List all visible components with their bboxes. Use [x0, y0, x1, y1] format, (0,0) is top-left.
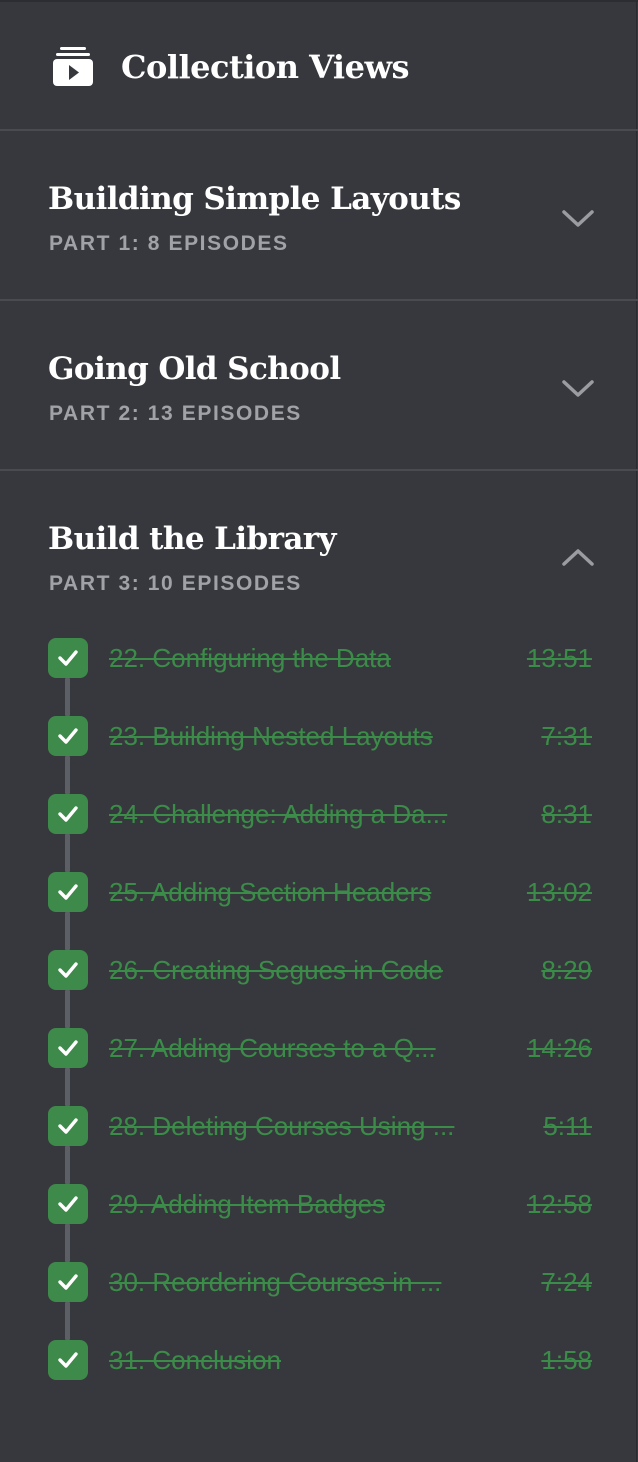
checkmark-icon [48, 1184, 88, 1224]
checkmark-icon [48, 1340, 88, 1380]
episode-item[interactable]: 27. Adding Courses to a Q... 14:26 [0, 1028, 638, 1068]
episode-duration: 1:58 [541, 1345, 592, 1375]
section-title: Build the Library [48, 521, 337, 557]
episode-duration: 7:24 [541, 1267, 592, 1297]
chevron-down-icon[interactable] [558, 203, 598, 233]
episode-item[interactable]: 26. Creating Segues in Code 8:29 [0, 950, 638, 990]
episode-connector [65, 912, 70, 950]
episode-item[interactable]: 22. Configuring the Data 13:51 [0, 638, 638, 678]
episode-connector [65, 1302, 70, 1340]
course-sidebar: Collection Views Building Simple Layouts… [0, 0, 638, 1462]
episode-duration: 8:29 [541, 955, 592, 985]
episode-connector [65, 756, 70, 794]
checkmark-icon [48, 950, 88, 990]
episode-connector [65, 834, 70, 872]
episode-title: 24. Challenge: Adding a Da... [109, 799, 448, 829]
checkmark-icon [48, 638, 88, 678]
section-subtitle: PART 2: 13 EPISODES [49, 402, 302, 425]
episode-duration: 13:51 [526, 643, 592, 673]
video-stack-icon [52, 46, 94, 88]
section-subtitle: PART 1: 8 EPISODES [49, 232, 289, 255]
episode-title: 26. Creating Segues in Code [109, 955, 443, 985]
chevron-down-icon[interactable] [558, 373, 598, 403]
episode-title: 30. Reordering Courses in ... [109, 1267, 442, 1297]
episode-duration: 12:58 [526, 1189, 592, 1219]
episode-title: 25. Adding Section Headers [109, 877, 432, 907]
episode-item[interactable]: 29. Adding Item Badges 12:58 [0, 1184, 638, 1224]
episode-connector [65, 678, 70, 716]
episode-title: 22. Configuring the Data [109, 643, 391, 673]
checkmark-icon [48, 1028, 88, 1068]
episode-title: 28. Deleting Courses Using ... [109, 1111, 455, 1141]
episode-item[interactable]: 23. Building Nested Layouts 7:31 [0, 716, 638, 756]
episode-item[interactable]: 24. Challenge: Adding a Da... 8:31 [0, 794, 638, 834]
episode-connector [65, 1224, 70, 1262]
section-subtitle: PART 3: 10 EPISODES [49, 572, 302, 595]
section-part-3[interactable]: Build the Library PART 3: 10 EPISODES 22… [0, 471, 638, 1462]
episode-title: 29. Adding Item Badges [109, 1189, 386, 1219]
episode-duration: 7:31 [541, 721, 592, 751]
episode-title: 27. Adding Courses to a Q... [109, 1033, 436, 1063]
section-title: Building Simple Layouts [48, 181, 461, 217]
episode-duration: 8:31 [541, 799, 592, 829]
episode-title: 31. Conclusion [109, 1345, 281, 1375]
episode-connector [65, 990, 70, 1028]
episode-duration: 5:11 [543, 1111, 592, 1141]
checkmark-icon [48, 794, 88, 834]
episode-item[interactable]: 30. Reordering Courses in ... 7:24 [0, 1262, 638, 1302]
collection-header: Collection Views [0, 0, 638, 131]
checkmark-icon [48, 1262, 88, 1302]
checkmark-icon [48, 1106, 88, 1146]
episode-item[interactable]: 28. Deleting Courses Using ... 5:11 [0, 1106, 638, 1146]
section-title: Going Old School [48, 351, 341, 387]
episode-duration: 14:26 [526, 1033, 592, 1063]
episode-title: 23. Building Nested Layouts [109, 721, 433, 751]
episode-duration: 13:02 [526, 877, 592, 907]
episode-item[interactable]: 25. Adding Section Headers 13:02 [0, 872, 638, 912]
chevron-up-icon[interactable] [558, 543, 598, 573]
episode-connector [65, 1068, 70, 1106]
episode-item[interactable]: 31. Conclusion 1:58 [0, 1340, 638, 1380]
episode-connector [65, 1146, 70, 1184]
collection-title: Collection Views [121, 48, 410, 86]
checkmark-icon [48, 716, 88, 756]
section-part-2[interactable]: Going Old School PART 2: 13 EPISODES [0, 301, 638, 471]
section-part-1[interactable]: Building Simple Layouts PART 1: 8 EPISOD… [0, 131, 638, 301]
checkmark-icon [48, 872, 88, 912]
